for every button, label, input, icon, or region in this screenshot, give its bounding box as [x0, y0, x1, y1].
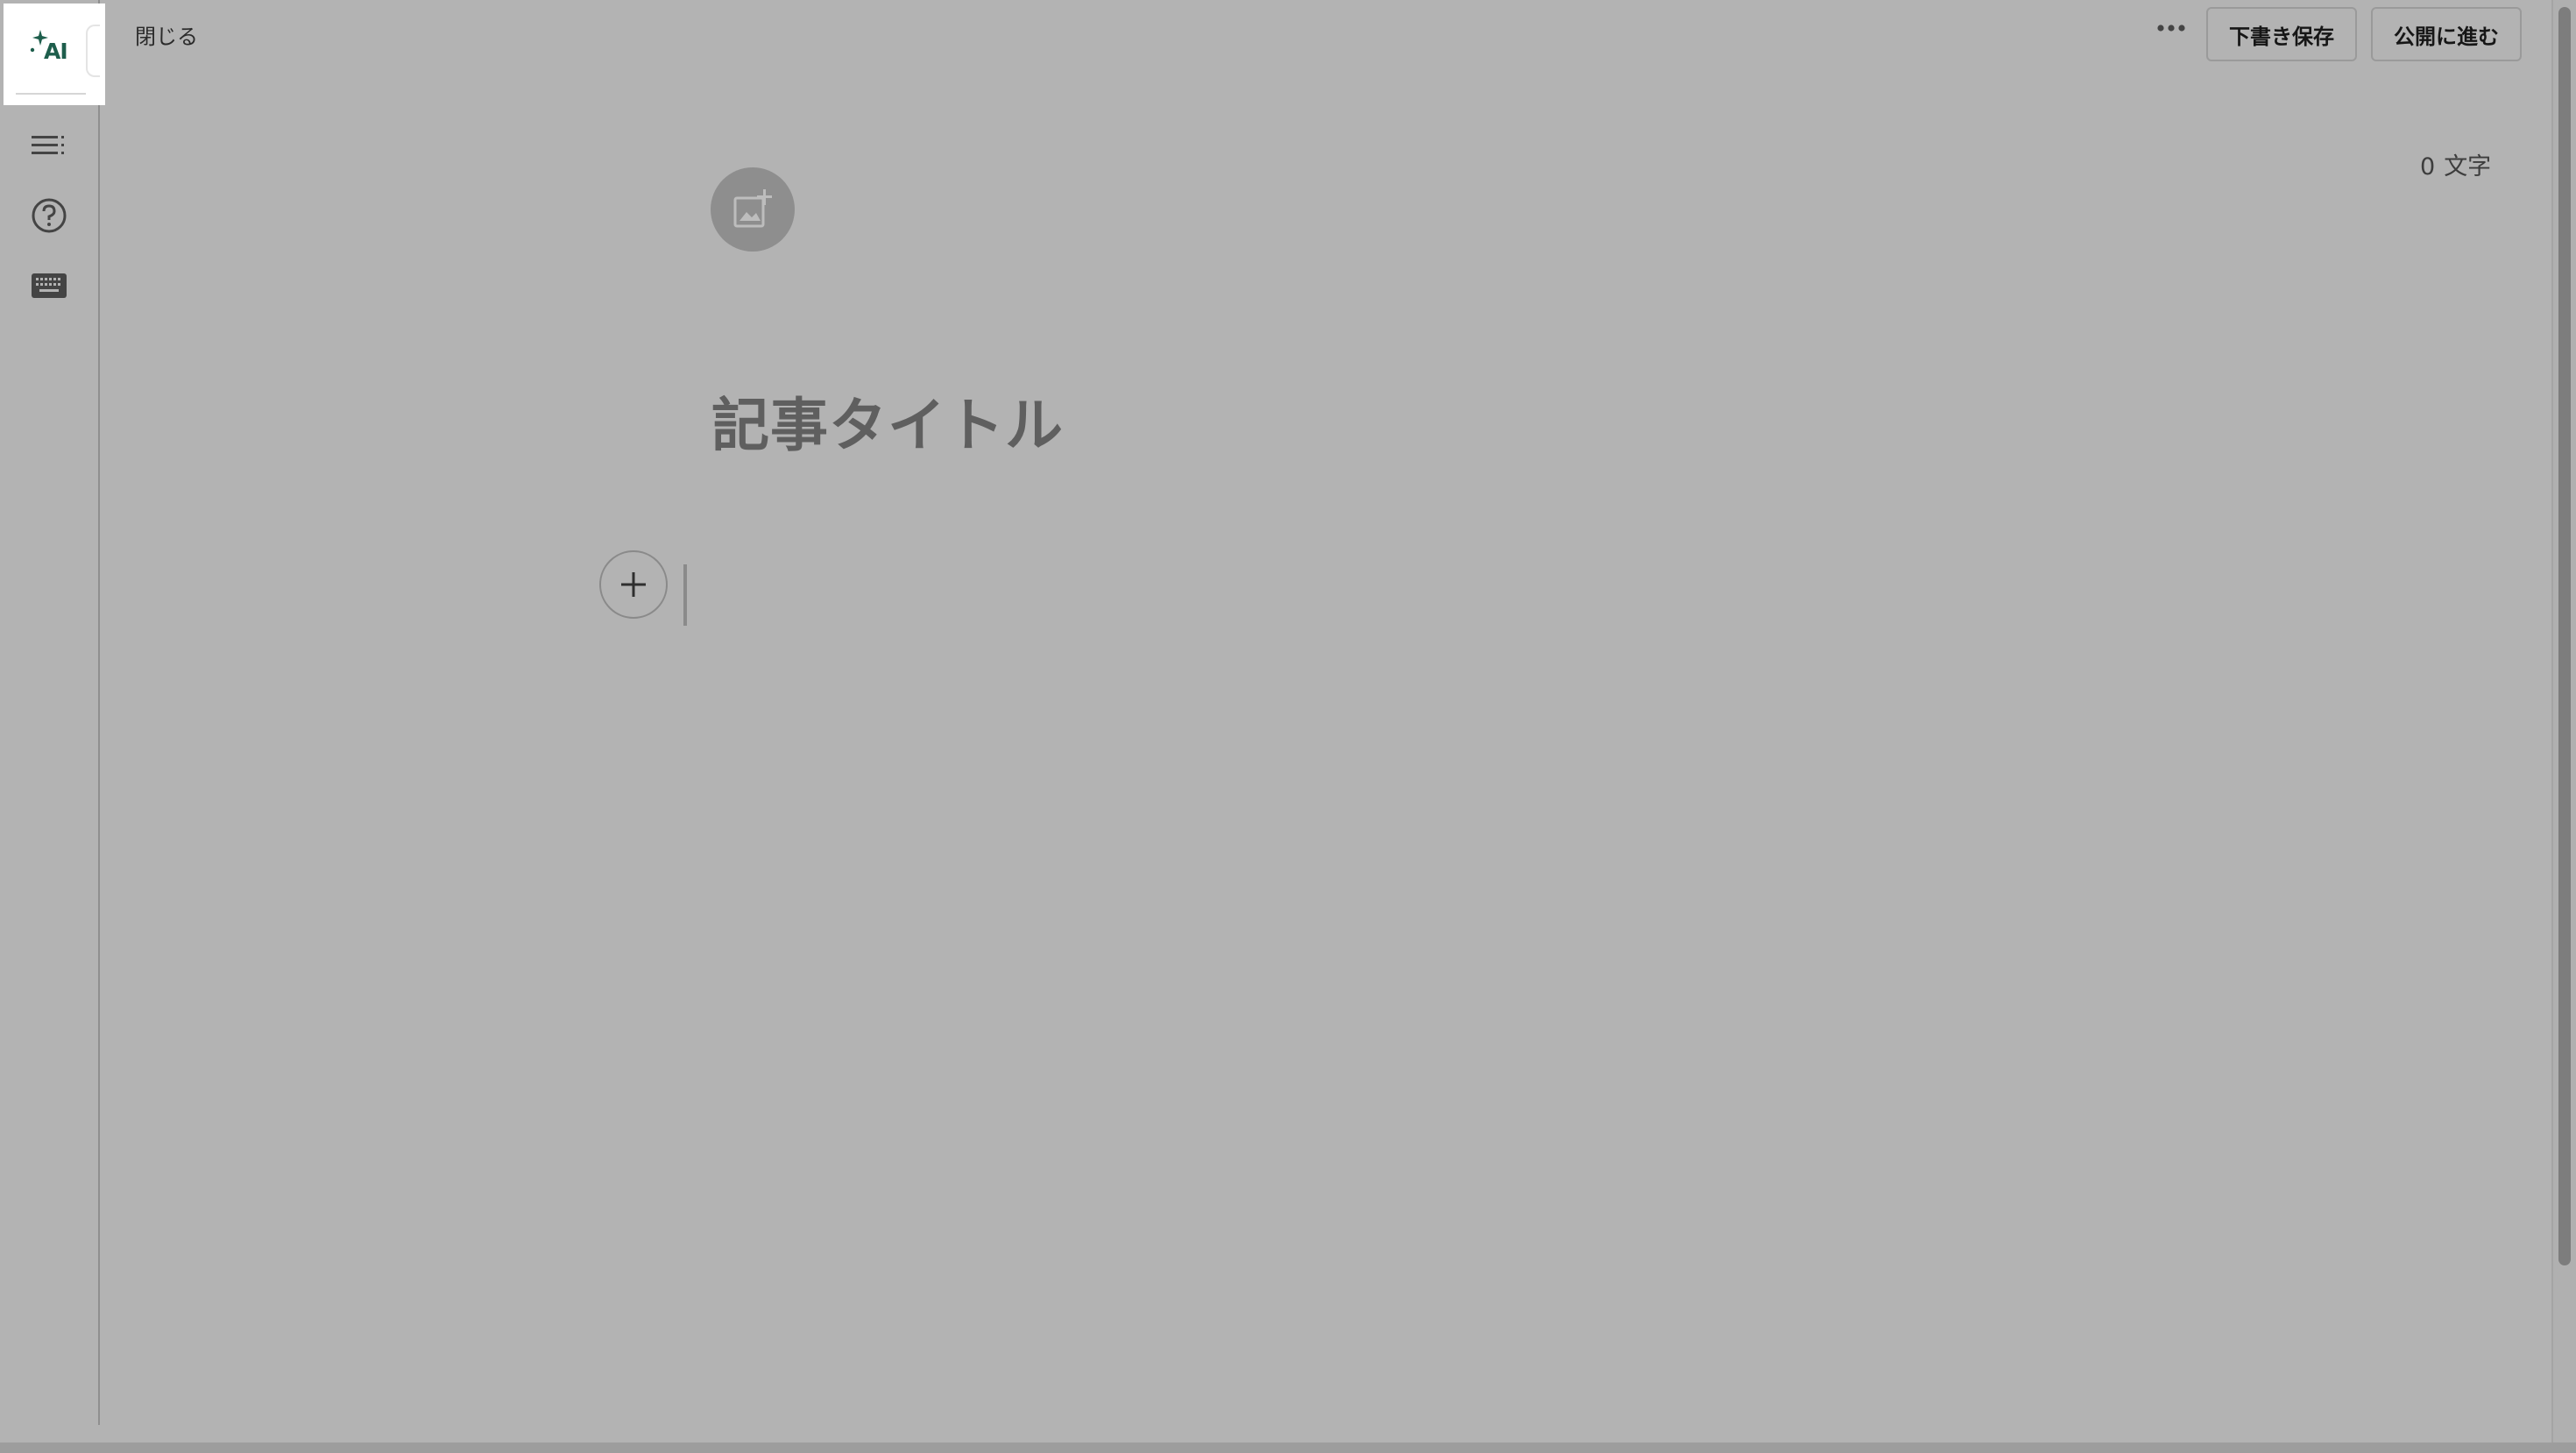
- add-image-icon: [733, 189, 772, 228]
- character-count: 0 文字: [2420, 147, 2491, 181]
- add-block-button[interactable]: [599, 550, 668, 619]
- character-count-value: 0: [2420, 153, 2436, 181]
- save-draft-button[interactable]: 下書き保存: [2206, 7, 2357, 61]
- ai-tab-edge: [86, 25, 100, 77]
- help-circle-icon[interactable]: [26, 193, 72, 238]
- text-cursor[interactable]: [683, 564, 687, 626]
- ai-divider: [16, 93, 86, 95]
- window-bottom-edge: [0, 1442, 2576, 1453]
- left-sidebar: [0, 0, 100, 1425]
- ellipsis-icon: [2157, 25, 2185, 32]
- publish-button[interactable]: 公開に進む: [2371, 7, 2522, 61]
- close-link[interactable]: 閉じる: [135, 19, 198, 50]
- scrollbar-thumb[interactable]: [2558, 7, 2571, 1265]
- table-of-contents-icon[interactable]: [26, 123, 72, 168]
- ai-assistant-button[interactable]: AI: [4, 4, 105, 105]
- editor-page: AI 閉じる 下書き保存 公開に進む 0 文字 記事タイトル: [0, 0, 2576, 1453]
- ai-label: AI: [44, 39, 68, 64]
- character-count-unit: 文字: [2444, 153, 2492, 181]
- keyboard-icon[interactable]: [26, 263, 72, 308]
- plus-icon: [621, 572, 646, 597]
- more-options-button[interactable]: [2150, 12, 2192, 44]
- article-title-input[interactable]: 記事タイトル: [711, 379, 1064, 463]
- add-cover-image-button[interactable]: [711, 167, 795, 252]
